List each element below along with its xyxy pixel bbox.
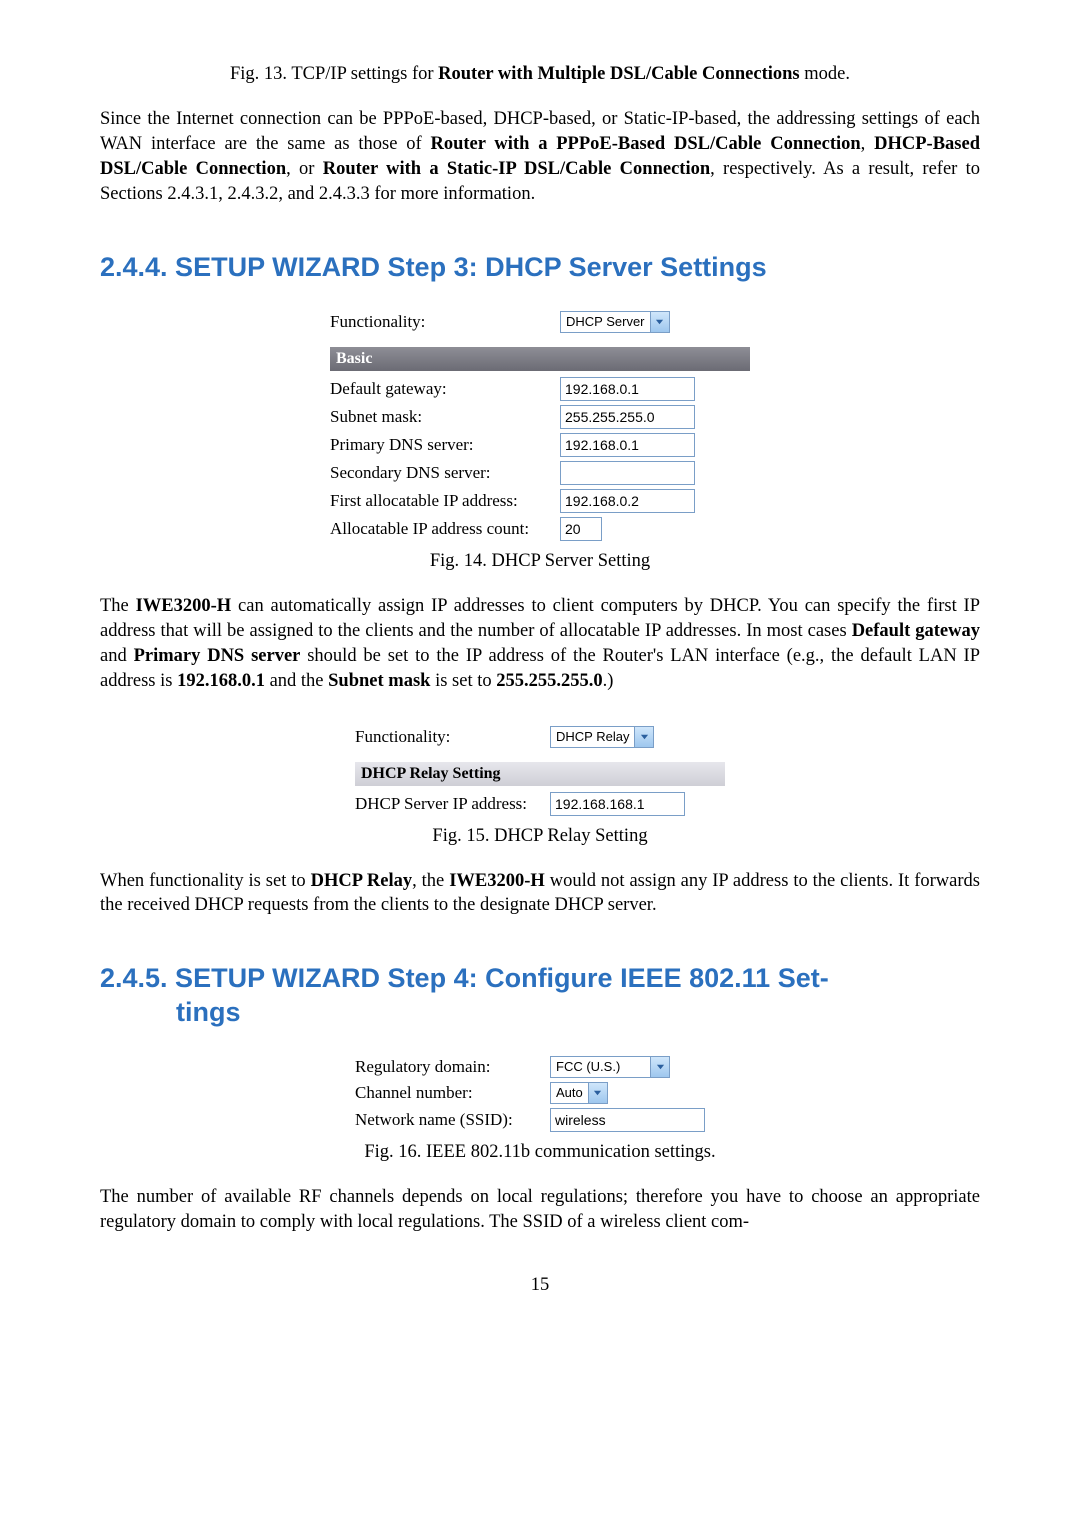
relay-explain-paragraph: When functionality is set to DHCP Relay,… — [100, 869, 980, 919]
channel-number-select[interactable]: Auto — [550, 1082, 608, 1104]
relay-header: DHCP Relay Setting — [355, 762, 725, 786]
regulatory-domain-label: Regulatory domain: — [355, 1057, 550, 1077]
ssid-label: Network name (SSID): — [355, 1110, 550, 1130]
fig15-caption: Fig. 15. DHCP Relay Setting — [100, 826, 980, 847]
basic-header: Basic — [330, 347, 750, 371]
default-gateway-label: Default gateway: — [330, 379, 560, 399]
channel-number-label: Channel number: — [355, 1083, 550, 1103]
ieee-explain-paragraph: The number of available RF channels depe… — [100, 1185, 980, 1235]
subnet-mask-input[interactable] — [560, 405, 695, 429]
fig14-dhcp-server: Functionality: DHCP Server Basic Default… — [100, 301, 980, 547]
caption-text: mode. — [800, 64, 850, 84]
ssid-input[interactable] — [550, 1108, 705, 1132]
chevron-down-icon — [650, 312, 669, 332]
chevron-down-icon — [634, 727, 653, 747]
allocatable-count-label: Allocatable IP address count: — [330, 519, 560, 539]
fig15-dhcp-relay: Functionality: DHCP Relay DHCP Relay Set… — [100, 716, 980, 822]
caption-bold: Router with Multiple DSL/Cable Connectio… — [438, 64, 799, 84]
dhcp-explain-paragraph: The IWE3200-H can automatically assign I… — [100, 594, 980, 694]
chevron-down-icon — [588, 1083, 607, 1103]
heading-244: 2.4.4. SETUP WIZARD Step 3: DHCP Server … — [100, 251, 980, 285]
fig14-caption: Fig. 14. DHCP Server Setting — [100, 551, 980, 572]
first-allocatable-input[interactable] — [560, 489, 695, 513]
heading-245: 2.4.5. SETUP WIZARD Step 4: Configure IE… — [100, 962, 980, 1030]
primary-dns-input[interactable] — [560, 433, 695, 457]
page-number: 15 — [100, 1275, 980, 1296]
subnet-mask-label: Subnet mask: — [330, 407, 560, 427]
secondary-dns-input[interactable] — [560, 461, 695, 485]
default-gateway-input[interactable] — [560, 377, 695, 401]
relay-functionality-label: Functionality: — [355, 727, 550, 747]
fig16-ieee: Regulatory domain: FCC (U.S.) Channel nu… — [100, 1046, 980, 1138]
secondary-dns-label: Secondary DNS server: — [330, 463, 560, 483]
allocatable-count-input[interactable] — [560, 517, 602, 541]
functionality-select[interactable]: DHCP Server — [560, 311, 670, 333]
relay-functionality-select[interactable]: DHCP Relay — [550, 726, 654, 748]
functionality-label: Functionality: — [330, 312, 560, 332]
fig13-caption: Fig. 13. TCP/IP settings for Router with… — [100, 64, 980, 85]
first-allocatable-label: First allocatable IP address: — [330, 491, 560, 511]
relay-server-ip-label: DHCP Server IP address: — [355, 794, 550, 814]
regulatory-domain-select[interactable]: FCC (U.S.) — [550, 1056, 670, 1078]
caption-text: Fig. 13. TCP/IP settings for — [230, 64, 438, 84]
fig16-caption: Fig. 16. IEEE 802.11b communication sett… — [100, 1142, 980, 1163]
primary-dns-label: Primary DNS server: — [330, 435, 560, 455]
chevron-down-icon — [650, 1057, 669, 1077]
relay-server-ip-input[interactable] — [550, 792, 685, 816]
intro-paragraph: Since the Internet connection can be PPP… — [100, 107, 980, 207]
